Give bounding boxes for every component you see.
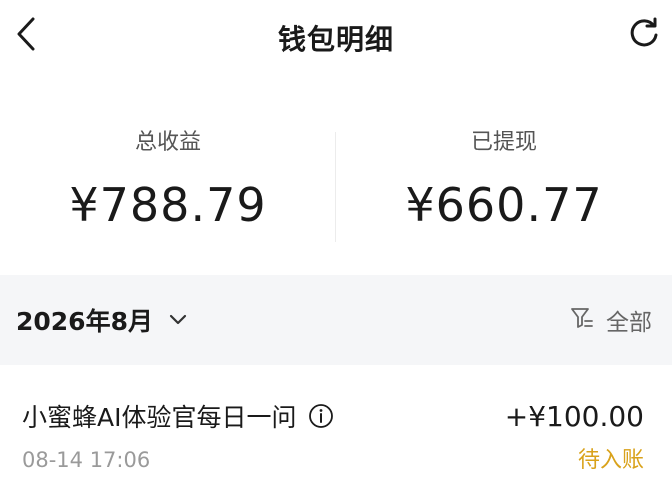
- header-bar: 钱包明细: [0, 0, 672, 76]
- transaction-time: 08-14 17:06: [22, 448, 151, 472]
- total-income-value: ¥788.79: [69, 178, 267, 232]
- filter-button[interactable]: 全部: [570, 303, 652, 337]
- filter-icon: [570, 306, 594, 334]
- total-income-label: 总收益: [134, 130, 201, 155]
- transaction-item[interactable]: 小蜜蜂AI体验官每日一问 08-14 17:06 +¥100.00 待入账: [0, 380, 672, 485]
- transaction-status: 待入账: [577, 448, 644, 473]
- page-title: 钱包明细: [277, 23, 394, 56]
- wallet-detail-page: 钱包明细 总收益 ¥788.79 已提现 ¥660.77 2026年8月 全部 …: [0, 0, 672, 485]
- chevron-left-icon: [15, 16, 37, 56]
- refresh-button[interactable]: [624, 14, 664, 58]
- transaction-amount: +¥100.00: [504, 400, 644, 433]
- transaction-title-row: 小蜜蜂AI体验官每日一问: [22, 398, 334, 434]
- withdrawn-value: ¥660.77: [405, 178, 603, 232]
- month-label: 2026年8月: [16, 307, 153, 336]
- refresh-icon: [627, 17, 661, 55]
- withdrawn-label: 已提现: [470, 130, 537, 155]
- withdrawn-card: 已提现 ¥660.77: [336, 110, 672, 260]
- summary-divider: [335, 132, 336, 242]
- month-picker[interactable]: 2026年8月: [16, 302, 187, 338]
- filter-label: 全部: [606, 310, 652, 336]
- transaction-title: 小蜜蜂AI体验官每日一问: [22, 403, 297, 432]
- filter-bar: 2026年8月 全部: [0, 275, 672, 365]
- chevron-down-icon: [169, 314, 187, 326]
- info-icon[interactable]: [308, 403, 334, 429]
- total-income-card: 总收益 ¥788.79: [0, 110, 336, 260]
- back-button[interactable]: [8, 14, 44, 58]
- earnings-summary: 总收益 ¥788.79 已提现 ¥660.77: [0, 110, 672, 260]
